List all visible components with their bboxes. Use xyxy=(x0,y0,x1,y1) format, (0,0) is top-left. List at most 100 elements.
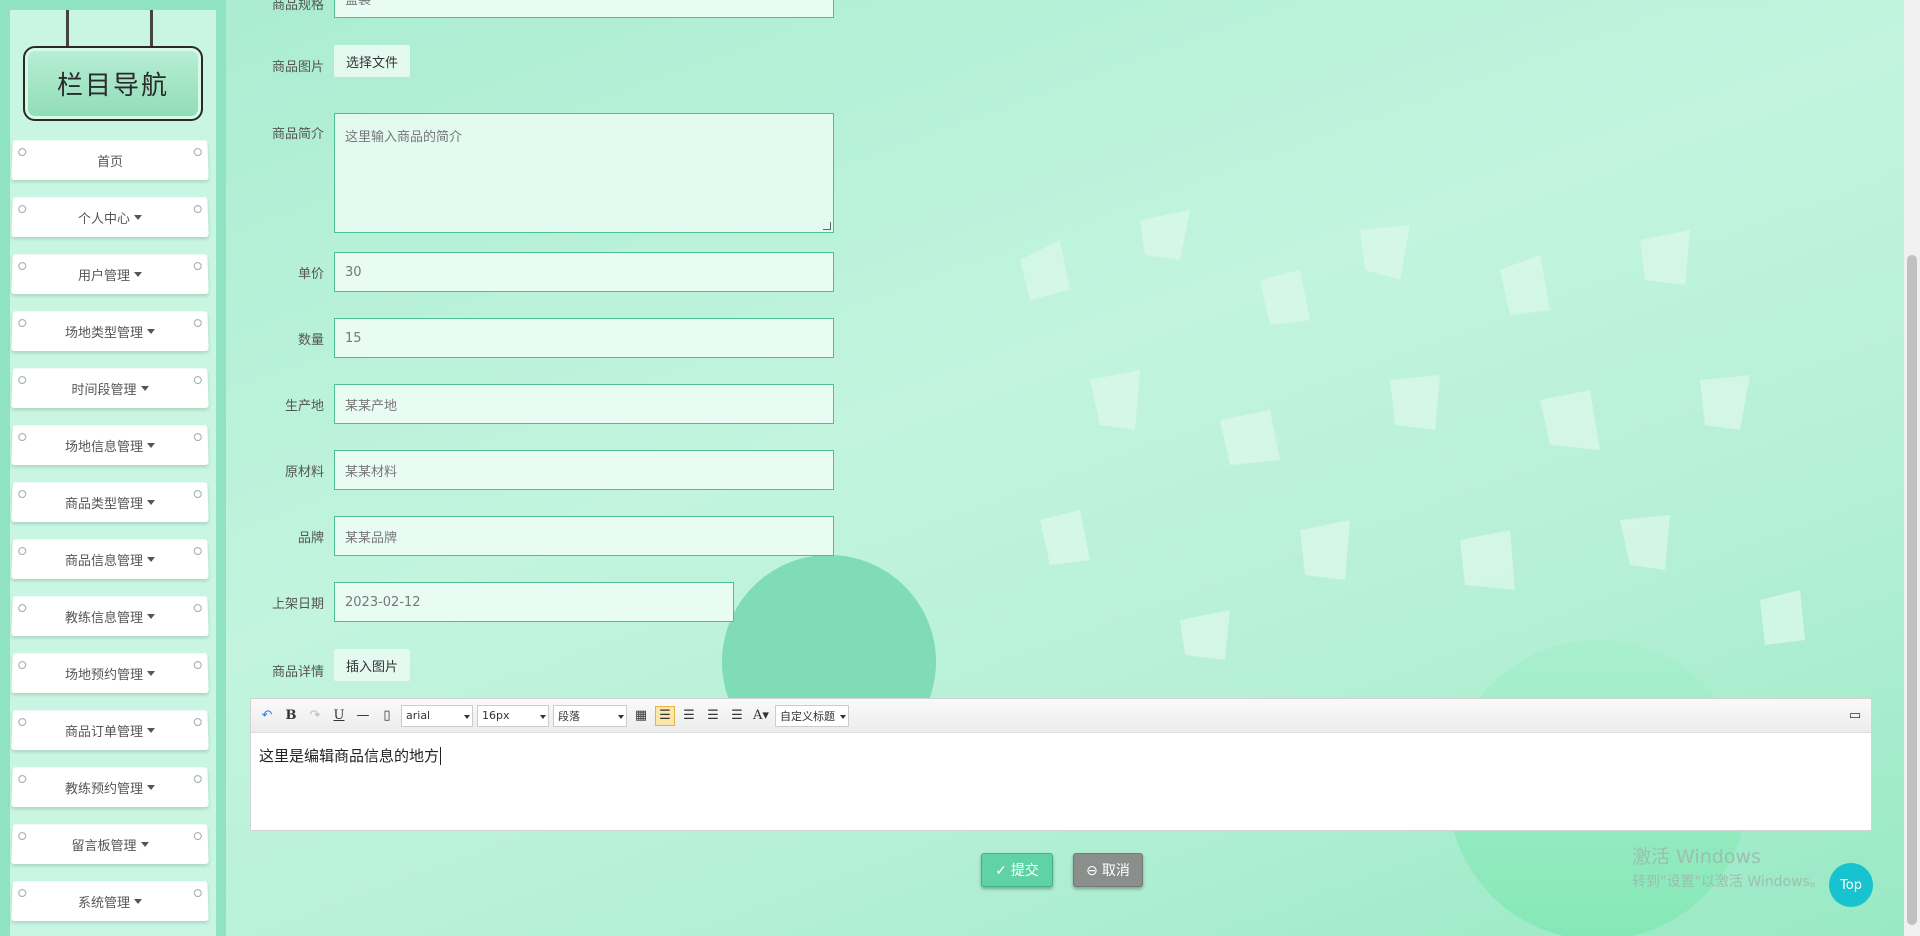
brand-value: 某某品牌 xyxy=(345,530,398,546)
sidebar-item-message-board[interactable]: 留言板管理 xyxy=(11,824,209,865)
redo-icon[interactable]: ↷ xyxy=(305,706,325,726)
brand-input[interactable]: 某某品牌 xyxy=(334,516,834,556)
caret-down-icon xyxy=(140,841,149,847)
sidebar-item-product-info[interactable]: 商品信息管理 xyxy=(11,539,209,580)
sidebar-item-label: 教练信息管理 xyxy=(64,610,144,626)
submit-label: 提交 xyxy=(1010,862,1039,878)
sidebar-title: 栏目导航 xyxy=(23,46,203,121)
sidebar-item-label: 留言板管理 xyxy=(71,838,137,854)
material-label: 原材料 xyxy=(284,465,324,480)
table-icon[interactable]: ▦ xyxy=(631,706,651,726)
dropdown-arrow-icon xyxy=(618,714,624,719)
caret-down-icon xyxy=(146,727,156,733)
sign-strings xyxy=(66,10,156,48)
quantity-input[interactable]: 15 xyxy=(334,318,834,358)
spec-input[interactable]: 盒装 xyxy=(334,0,834,18)
undo-icon[interactable]: ↶ xyxy=(257,706,277,726)
custom-heading-select[interactable]: 自定义标题 xyxy=(775,704,849,727)
brand-label: 品牌 xyxy=(297,531,324,546)
caret-down-icon xyxy=(146,442,156,448)
custom-heading-value: 自定义标题 xyxy=(780,709,835,723)
sidebar: 栏目导航 首页 个人中心 用户管理 场地类型管理 时间段管理 场地信息管理 商品… xyxy=(0,0,226,936)
sidebar-item-venue-info[interactable]: 场地信息管理 xyxy=(11,425,209,466)
sidebar-item-label: 场地类型管理 xyxy=(64,325,144,341)
font-size-value: 16px xyxy=(482,709,510,722)
clear-format-icon[interactable]: ▯ xyxy=(377,706,397,726)
caret-down-icon xyxy=(146,499,156,505)
editor-content[interactable]: 这里是编辑商品信息的地方 xyxy=(251,733,1871,778)
caret-down-icon xyxy=(140,385,149,391)
scrollbar-thumb[interactable] xyxy=(1907,255,1917,925)
text-cursor xyxy=(440,747,442,765)
fullscreen-icon[interactable]: ▭ xyxy=(1845,706,1865,726)
image-label: 商品图片 xyxy=(271,60,324,75)
sidebar-item-venue-types[interactable]: 场地类型管理 xyxy=(11,311,209,352)
price-label: 单价 xyxy=(297,267,324,282)
back-to-top-button[interactable]: Top xyxy=(1829,863,1873,907)
caret-down-icon xyxy=(133,898,143,904)
sidebar-item-product-types[interactable]: 商品类型管理 xyxy=(11,482,209,523)
sidebar-item-label: 商品订单管理 xyxy=(64,724,144,740)
caret-down-icon xyxy=(146,556,156,562)
caret-down-icon xyxy=(146,784,156,790)
sidebar-item-label: 教练预约管理 xyxy=(64,781,144,797)
sidebar-item-label: 场地预约管理 xyxy=(64,667,144,683)
font-family-select[interactable]: arial xyxy=(401,704,473,727)
font-color-icon[interactable]: A▾ xyxy=(751,706,771,726)
bold-icon[interactable]: B xyxy=(281,706,301,726)
caret-down-icon xyxy=(146,670,156,676)
align-right-icon[interactable]: ☰ xyxy=(679,706,699,726)
sidebar-item-time-slots[interactable]: 时间段管理 xyxy=(11,368,209,409)
price-value: 30 xyxy=(345,264,362,280)
cancel-label: 取消 xyxy=(1101,862,1130,878)
spec-label: 商品规格 xyxy=(271,0,324,13)
sidebar-item-users[interactable]: 用户管理 xyxy=(11,254,209,295)
align-center-icon[interactable]: ☰ xyxy=(703,706,723,726)
quantity-label: 数量 xyxy=(297,333,324,348)
font-family-value: arial xyxy=(406,709,431,722)
caret-down-icon xyxy=(146,613,156,619)
dropdown-arrow-icon xyxy=(840,714,846,719)
sidebar-item-coach-info[interactable]: 教练信息管理 xyxy=(11,596,209,637)
caret-down-icon xyxy=(133,271,143,277)
font-size-select[interactable]: 16px xyxy=(477,704,549,727)
sidebar-item-product-orders[interactable]: 商品订单管理 xyxy=(11,710,209,751)
background-shards xyxy=(1020,210,1805,660)
choose-file-button[interactable]: 选择文件 xyxy=(334,45,411,77)
paragraph-select[interactable]: 段落 xyxy=(553,704,627,727)
sidebar-item-label: 场地信息管理 xyxy=(64,439,144,455)
sidebar-item-venue-booking[interactable]: 场地预约管理 xyxy=(11,653,209,694)
intro-textarea[interactable]: 这里输入商品的简介 xyxy=(334,113,834,233)
submit-button[interactable]: ✓ 提交 xyxy=(981,853,1053,887)
origin-input[interactable]: 某某产地 xyxy=(334,384,834,424)
sidebar-item-home[interactable]: 首页 xyxy=(11,140,209,181)
quantity-value: 15 xyxy=(345,330,362,346)
editor-toolbar: ↶ B ↷ U — ▯ arial 16px 段落 ▦ ☰ ☰ ☰ ☰ A▾ 自… xyxy=(251,699,1871,733)
price-input[interactable]: 30 xyxy=(334,252,834,292)
minus-circle-icon: ⊖ xyxy=(1086,861,1098,878)
cancel-button[interactable]: ⊖ 取消 xyxy=(1073,853,1143,887)
windows-activation-watermark: 激活 Windows 转到"设置"以激活 Windows。 xyxy=(1632,842,1824,891)
origin-label: 生产地 xyxy=(284,399,324,414)
material-value: 某某材料 xyxy=(345,464,398,480)
date-value: 2023-02-12 xyxy=(345,594,421,610)
date-input[interactable]: 2023-02-12 xyxy=(334,582,734,622)
underline-icon[interactable]: U xyxy=(329,706,349,726)
sidebar-item-label: 商品信息管理 xyxy=(64,553,144,569)
align-left-icon[interactable]: ☰ xyxy=(655,705,675,726)
sidebar-item-label: 时间段管理 xyxy=(71,382,137,398)
page-scrollbar[interactable] xyxy=(1904,0,1920,936)
detail-label: 商品详情 xyxy=(271,665,324,680)
sidebar-item-coach-booking[interactable]: 教练预约管理 xyxy=(11,767,209,808)
sidebar-item-label: 个人中心 xyxy=(77,211,131,227)
material-input[interactable]: 某某材料 xyxy=(334,450,834,490)
sidebar-item-label: 系统管理 xyxy=(77,895,131,911)
resize-grip-icon[interactable] xyxy=(823,222,831,230)
rich-text-editor: ↶ B ↷ U — ▯ arial 16px 段落 ▦ ☰ ☰ ☰ ☰ A▾ 自… xyxy=(250,698,1872,831)
align-justify-icon[interactable]: ☰ xyxy=(727,706,747,726)
horizontal-rule-icon[interactable]: — xyxy=(353,706,373,726)
sidebar-item-personal-center[interactable]: 个人中心 xyxy=(11,197,209,238)
sidebar-item-system[interactable]: 系统管理 xyxy=(11,881,209,922)
insert-image-button[interactable]: 插入图片 xyxy=(334,649,411,681)
dropdown-arrow-icon xyxy=(540,714,546,719)
